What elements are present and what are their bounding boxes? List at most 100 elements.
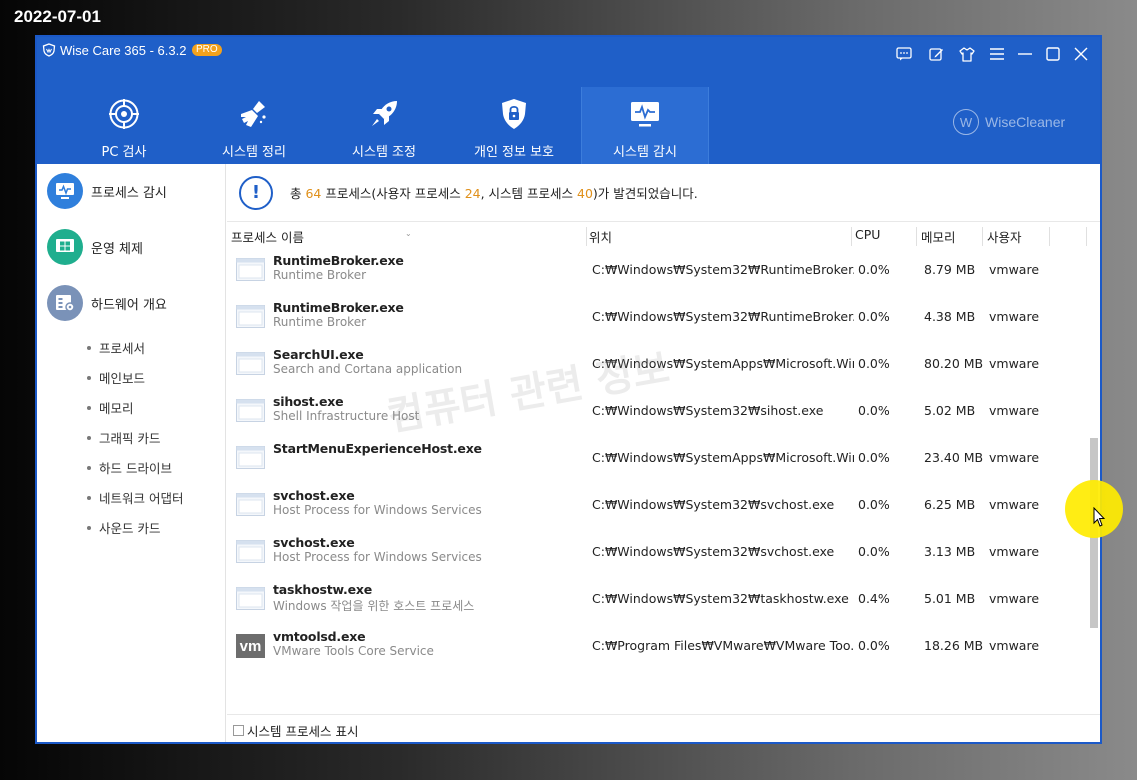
table-row[interactable]: svchost.exe Host Process for Windows Serv… — [227, 528, 1087, 575]
window-icon — [236, 493, 265, 517]
sidebar-item-label: 프로세스 감시 — [91, 185, 167, 201]
shield-lock-icon — [502, 99, 526, 129]
column-header-extra — [1050, 227, 1087, 246]
nav-tab-privacy[interactable]: 개인 정보 보호 — [450, 87, 578, 164]
process-user: vmware — [989, 638, 1040, 653]
table-row[interactable]: sihost.exe Shell Infrastructure Host C:₩Wi… — [227, 387, 1087, 434]
process-location: C:₩Windows₩System32₩svchost.exe — [592, 544, 835, 559]
summary-text: 총 64 프로세스(사용자 프로세스 24, 시스템 프로세스 40)가 발견되… — [290, 186, 698, 201]
monitor-pulse-icon — [631, 102, 659, 127]
close-button[interactable] — [1070, 43, 1092, 65]
chat-icon — [896, 47, 912, 61]
footer: 시스템 프로세스 표시 — [227, 714, 1100, 742]
mouse-cursor-icon — [1093, 507, 1105, 527]
date-overlay: 2022-07-01 — [14, 7, 101, 26]
process-description: Runtime Broker — [273, 315, 367, 329]
table-row[interactable]: vm vmtoolsd.exe VMware Tools Core Service C… — [227, 622, 1087, 666]
sidebar-sub-label: 사운드 카드 — [99, 521, 161, 536]
process-list: RuntimeBroker.exe Runtime Broker C:₩Window… — [227, 246, 1087, 666]
app-header: Wise Care 365 - 6.3.2 PRO PC 검사 시스템 정리 시… — [37, 37, 1100, 164]
sidebar-sub-label: 네트워크 어댑터 — [99, 491, 184, 506]
scrollbar[interactable] — [1089, 246, 1099, 666]
sidebar-sub-processor[interactable]: 프로세서 — [87, 338, 145, 357]
process-summary: ! 총 64 프로세스(사용자 프로세스 24, 시스템 프로세스 40)가 발… — [227, 164, 1100, 222]
sidebar-sub-memory[interactable]: 메모리 — [87, 398, 134, 417]
sidebar-sub-hard-drive[interactable]: 하드 드라이브 — [87, 458, 172, 477]
window-icon — [236, 399, 265, 423]
process-memory: 3.13 MB — [924, 544, 976, 559]
show-system-label[interactable]: 시스템 프로세스 표시 — [247, 721, 358, 740]
process-monitor-icon — [47, 173, 83, 209]
minimize-button[interactable] — [1014, 43, 1036, 65]
process-name: SearchUI.exe — [273, 347, 364, 362]
sidebar-sub-graphics[interactable]: 그래픽 카드 — [87, 428, 160, 447]
process-user: vmware — [989, 450, 1040, 465]
target-icon — [109, 99, 139, 129]
feedback-button[interactable] — [893, 43, 915, 65]
edit-icon — [928, 47, 943, 61]
edit-button[interactable] — [925, 43, 947, 65]
process-memory: 18.26 MB — [924, 638, 984, 653]
brand-logo: W WiseCleaner — [953, 109, 1065, 135]
sidebar-sub-network[interactable]: 네트워크 어댑터 — [87, 488, 183, 507]
bullet-icon — [87, 375, 91, 380]
nav-tab-label: PC 검사 — [101, 145, 147, 160]
column-header-user[interactable]: 사용자 — [983, 227, 1050, 246]
user-count: 24 — [464, 186, 481, 201]
sidebar-sub-sound[interactable]: 사운드 카드 — [87, 518, 160, 537]
nav-tab-system-tuneup[interactable]: 시스템 조정 — [320, 87, 448, 164]
skin-button[interactable] — [956, 43, 978, 65]
vmware-icon: vm — [236, 634, 265, 658]
menu-button[interactable] — [986, 43, 1008, 65]
process-name: svchost.exe — [273, 535, 355, 550]
process-name: svchost.exe — [273, 488, 355, 503]
window-icon — [236, 352, 265, 376]
process-user: vmware — [989, 497, 1040, 512]
nav-tab-system-cleanup[interactable]: 시스템 정리 — [190, 87, 318, 164]
table-row[interactable]: StartMenuExperienceHost.exe C:₩Windows₩Sy… — [227, 434, 1087, 481]
app-window: Wise Care 365 - 6.3.2 PRO PC 검사 시스템 정리 시… — [35, 35, 1102, 744]
column-header-memory[interactable]: 메모리 — [917, 227, 983, 246]
process-location: C:₩Program Files₩VMware₩VMware Too... — [592, 638, 854, 653]
sidebar: 프로세스 감시 운영 체제 하드웨어 개요 프로세서 메인보드 메모리 그래픽 … — [37, 164, 226, 742]
process-location: C:₩Windows₩System32₩sihost.exe — [592, 403, 824, 418]
process-description: Shell Infrastructure Host — [273, 409, 420, 423]
sidebar-sub-label: 메인보드 — [99, 371, 146, 386]
sidebar-item-process-monitor[interactable]: 프로세스 감시 — [47, 172, 167, 210]
close-icon — [1074, 47, 1088, 61]
process-cpu: 0.0% — [858, 544, 890, 559]
sidebar-sub-mainboard[interactable]: 메인보드 — [87, 368, 145, 387]
process-memory: 80.20 MB — [924, 356, 984, 371]
maximize-button[interactable] — [1042, 43, 1064, 65]
column-header-name[interactable]: 프로세스 이름 ⌄ — [227, 227, 587, 246]
app-logo-icon — [42, 43, 56, 57]
sidebar-item-label: 하드웨어 개요 — [91, 297, 167, 313]
table-row[interactable]: RuntimeBroker.exe Runtime Broker C:₩Window… — [227, 293, 1087, 340]
table-row[interactable]: SearchUI.exe Search and Cortana applicati… — [227, 340, 1087, 387]
nav-tab-pc-check[interactable]: PC 검사 — [60, 87, 188, 164]
column-header-cpu[interactable]: CPU — [851, 227, 917, 246]
process-memory: 6.25 MB — [924, 497, 976, 512]
app-title: Wise Care 365 - 6.3.2 — [60, 43, 187, 58]
process-user: vmware — [989, 403, 1040, 418]
nav-tab-system-monitor[interactable]: 시스템 감시 — [581, 87, 709, 164]
bullet-icon — [87, 525, 91, 530]
title-bar[interactable]: Wise Care 365 - 6.3.2 PRO — [37, 37, 1100, 67]
sidebar-item-hardware[interactable]: 하드웨어 개요 — [47, 284, 167, 322]
process-name: RuntimeBroker.exe — [273, 253, 404, 268]
process-user: vmware — [989, 544, 1040, 559]
table-row[interactable]: RuntimeBroker.exe Runtime Broker C:₩Window… — [227, 246, 1087, 293]
column-header-location[interactable]: 위치 — [585, 227, 852, 246]
process-user: vmware — [989, 262, 1040, 277]
nav-tab-label: 시스템 감시 — [613, 145, 677, 160]
table-row[interactable]: svchost.exe Host Process for Windows Serv… — [227, 481, 1087, 528]
process-cpu: 0.0% — [858, 309, 890, 324]
process-user: vmware — [989, 309, 1040, 324]
brand-name: WiseCleaner — [985, 114, 1066, 130]
windows-os-icon — [47, 229, 83, 265]
bullet-icon — [87, 435, 91, 440]
sidebar-item-os[interactable]: 운영 체제 — [47, 228, 143, 266]
show-system-checkbox[interactable] — [233, 725, 244, 736]
bullet-icon — [87, 495, 91, 500]
table-row[interactable]: taskhostw.exe Windows 작업을 위한 호스트 프로세스 C:₩W… — [227, 575, 1087, 622]
